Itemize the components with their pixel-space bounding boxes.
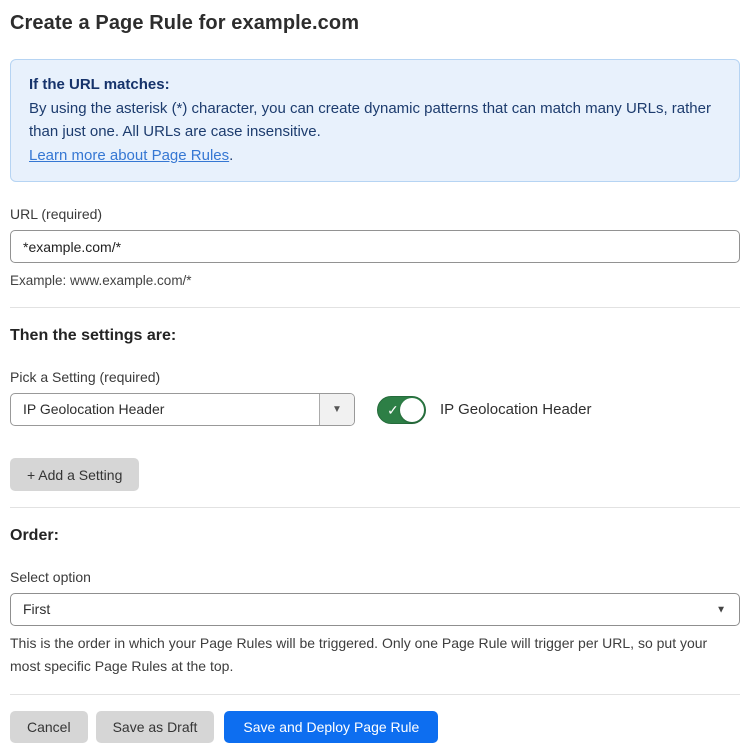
add-setting-button[interactable]: + Add a Setting	[10, 458, 139, 491]
page-rule-form: Create a Page Rule for example.com If th…	[0, 0, 750, 755]
link-suffix: .	[229, 147, 233, 164]
order-helper-text: This is the order in which your Page Rul…	[10, 632, 740, 678]
toggle-label: IP Geolocation Header	[440, 401, 592, 418]
caret-down-icon: ▼	[332, 404, 342, 415]
save-deploy-button[interactable]: Save and Deploy Page Rule	[224, 711, 438, 743]
info-box-body: By using the asterisk (*) character, you…	[29, 97, 721, 143]
setting-picker-value: IP Geolocation Header	[11, 394, 319, 425]
footer-actions: Cancel Save as Draft Save and Deploy Pag…	[10, 711, 740, 743]
info-box-heading: If the URL matches:	[29, 73, 721, 96]
ip-geolocation-toggle[interactable]: ✓	[377, 396, 426, 424]
divider	[10, 307, 740, 308]
url-input[interactable]	[10, 230, 740, 263]
url-helper-text: Example: www.example.com/*	[10, 270, 740, 291]
setting-picker-arrow-button[interactable]: ▼	[319, 394, 354, 425]
order-select-value: First	[11, 594, 739, 625]
setting-row: IP Geolocation Header ▼ ✓ IP Geolocation…	[10, 393, 740, 426]
order-select-label: Select option	[10, 569, 740, 585]
caret-down-icon: ▼	[716, 604, 726, 615]
save-draft-button[interactable]: Save as Draft	[96, 711, 215, 743]
check-icon: ✓	[387, 403, 399, 417]
url-label: URL (required)	[10, 206, 740, 222]
toggle-knob	[400, 398, 424, 422]
setting-picker[interactable]: IP Geolocation Header ▼	[10, 393, 355, 426]
order-heading: Order:	[10, 527, 740, 545]
toggle-wrap: ✓ IP Geolocation Header	[377, 396, 592, 424]
order-select[interactable]: First ▼	[10, 593, 740, 626]
pick-setting-label: Pick a Setting (required)	[10, 369, 740, 385]
page-title: Create a Page Rule for example.com	[10, 12, 740, 35]
divider	[10, 507, 740, 508]
cancel-button[interactable]: Cancel	[10, 711, 88, 743]
learn-more-link[interactable]: Learn more about Page Rules	[29, 147, 229, 164]
url-match-info-box: If the URL matches: By using the asteris…	[10, 59, 740, 182]
info-link-line: Learn more about Page Rules.	[29, 144, 721, 167]
divider	[10, 694, 740, 695]
settings-heading: Then the settings are:	[10, 327, 740, 345]
